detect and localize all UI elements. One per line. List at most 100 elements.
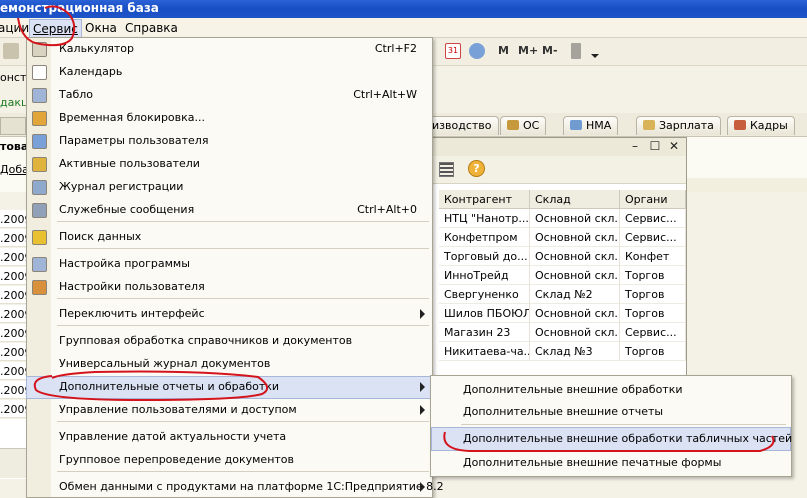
menu-item-label: Журнал регистрации xyxy=(59,180,184,193)
submenu-arrow-icon xyxy=(420,382,425,392)
menu-operations[interactable]: ации xyxy=(0,21,29,35)
journal-cell[interactable]: Торгов xyxy=(620,285,686,304)
submenu-item-label: Дополнительные внешние обработки xyxy=(463,383,683,396)
menu-item[interactable]: Настройка программы xyxy=(27,254,432,275)
menu-windows[interactable]: Окна xyxy=(85,21,117,35)
menu-item[interactable]: Управление датой актуальности учета xyxy=(27,427,432,448)
menu-item[interactable]: Групповое перепроведение документов xyxy=(27,450,432,471)
journal-cell[interactable]: Торгов xyxy=(620,304,686,323)
help-icon[interactable]: ? xyxy=(468,160,485,177)
journal-cell[interactable]: Основной скл... xyxy=(530,266,620,285)
tools-icon[interactable] xyxy=(571,43,581,59)
menu-item[interactable]: Активные пользователи xyxy=(27,154,432,175)
journal-cell[interactable]: Основной скл... xyxy=(530,228,620,247)
date-cell: .2009 xyxy=(0,267,26,285)
tab-production[interactable]: изводство xyxy=(425,116,499,135)
additional-reports-submenu: Дополнительные внешние обработки Дополнит… xyxy=(430,375,792,477)
journal-cell[interactable]: Торговый до... xyxy=(439,247,530,266)
col-header-warehouse[interactable]: Склад xyxy=(530,190,620,209)
menu-separator xyxy=(461,424,786,425)
submenu-item-label: Дополнительные внешние печатные формы xyxy=(463,456,722,469)
close-icon[interactable]: ✕ xyxy=(667,139,681,153)
service-menu: Калькулятор Ctrl+F2 Календарь Табло Ctrl+Alt… xyxy=(26,37,444,498)
tab-bank-partial[interactable] xyxy=(0,117,26,135)
menu-item-shortcut: Ctrl+Alt+0 xyxy=(357,203,417,216)
journal-cell[interactable]: Основной скл... xyxy=(530,323,620,342)
journal-cell[interactable]: Сервис... xyxy=(620,323,686,342)
tab-salary[interactable]: Зарплата xyxy=(636,116,721,135)
program-settings-icon xyxy=(32,257,47,272)
journal-cell[interactable]: Сервис... xyxy=(620,228,686,247)
menu-service[interactable]: Сервис xyxy=(29,19,82,39)
col-header-counterparty[interactable]: Контрагент xyxy=(439,190,530,209)
menu-item[interactable]: Журнал регистрации xyxy=(27,177,432,198)
submenu-item[interactable]: Дополнительные внешние отчеты xyxy=(432,401,790,423)
journal-cell[interactable]: НТЦ "Нанотр... xyxy=(439,209,530,228)
menu-item[interactable]: Настройки пользователя xyxy=(27,277,432,298)
user-icon xyxy=(32,280,47,295)
minimize-icon[interactable]: – xyxy=(628,139,642,153)
date-cell: .2009 xyxy=(0,324,26,342)
menu-item-label: Групповое перепроведение документов xyxy=(59,453,295,466)
journal-cell[interactable]: Магазин 23 xyxy=(439,323,530,342)
calendar-icon[interactable]: 31 xyxy=(445,43,461,59)
journal-cell[interactable]: Свергуненко xyxy=(439,285,530,304)
journal-cell[interactable]: Торгов xyxy=(620,342,686,361)
menu-item[interactable]: Дополнительные отчеты и обработки xyxy=(26,376,433,399)
journal-cell[interactable]: Склад №2 xyxy=(530,285,620,304)
menu-separator xyxy=(57,248,429,249)
menu-item[interactable]: Служебные сообщения Ctrl+Alt+0 xyxy=(27,200,432,221)
journal-cell[interactable]: Конфет xyxy=(620,247,686,266)
journal-cell[interactable]: Основной скл... xyxy=(530,247,620,266)
submenu-arrow-icon xyxy=(420,482,425,492)
tab-staff[interactable]: Кадры xyxy=(727,116,795,135)
submenu-arrow-icon xyxy=(420,309,425,319)
tab-intangibles[interactable]: НМА xyxy=(563,116,619,135)
menu-item[interactable]: Временная блокировка... xyxy=(27,108,432,129)
submenu-item[interactable]: Дополнительные внешние обработки xyxy=(432,379,790,401)
toolbar-left-icon[interactable] xyxy=(3,43,19,59)
col-header-organization[interactable]: Органи xyxy=(620,190,686,209)
menu-item[interactable]: Табло Ctrl+Alt+W xyxy=(27,85,432,106)
menu-help[interactable]: Справка xyxy=(125,21,178,35)
journal-cell[interactable]: ИнноТрейд xyxy=(439,266,530,285)
memory-button[interactable]: M xyxy=(498,44,509,57)
left-footer xyxy=(0,448,26,478)
menu-item[interactable]: Переключить интерфейс xyxy=(27,304,432,325)
menu-item-label: Поиск данных xyxy=(59,230,142,243)
search-data-icon xyxy=(32,230,47,245)
users-icon[interactable] xyxy=(469,43,485,59)
menu-item[interactable]: Обмен данными с продуктами на платформе … xyxy=(27,477,444,498)
menu-item[interactable]: Поиск данных xyxy=(27,227,432,248)
menu-item[interactable]: Календарь xyxy=(27,62,432,83)
menu-item[interactable]: Управление пользователями и доступом xyxy=(27,400,432,421)
event-log-icon xyxy=(32,180,47,195)
memory-plus-button[interactable]: M+ xyxy=(518,44,538,57)
maximize-icon[interactable]: ☐ xyxy=(648,139,662,153)
menu-item[interactable]: Параметры пользователя xyxy=(27,131,432,152)
journal-cell[interactable]: Шилов ПБОЮЛ xyxy=(439,304,530,323)
menu-item[interactable]: Универсальный журнал документов xyxy=(27,354,432,375)
journal-cell[interactable]: Конфетпром xyxy=(439,228,530,247)
list-icon[interactable] xyxy=(439,162,454,177)
journal-cell[interactable]: Основной скл... xyxy=(530,209,620,228)
journal-cell[interactable]: Сервис... xyxy=(620,209,686,228)
journal-cell[interactable]: Склад №3 xyxy=(530,342,620,361)
add-link[interactable]: Доба xyxy=(0,163,29,176)
submenu-item-label: Дополнительные внешние отчеты xyxy=(463,405,664,418)
menu-item-label: Временная блокировка... xyxy=(59,111,206,124)
menu-separator xyxy=(57,325,429,326)
memory-minus-button[interactable]: M- xyxy=(542,44,558,57)
submenu-item[interactable]: Дополнительные внешние печатные формы xyxy=(432,452,790,474)
journal-cell[interactable]: Торгов xyxy=(620,266,686,285)
journal-cell[interactable]: Основной скл... xyxy=(530,304,620,323)
menu-item[interactable]: Калькулятор Ctrl+F2 xyxy=(27,39,432,60)
journal-cell[interactable]: Никитаева-ча... xyxy=(439,342,530,361)
submenu-item[interactable]: Дополнительные внешние обработки табличн… xyxy=(431,427,792,451)
menu-item-label: Табло xyxy=(59,88,94,101)
tab-fixed-assets[interactable]: ОС xyxy=(500,116,547,135)
date-cell: .2009 xyxy=(0,381,26,399)
menu-item[interactable]: Групповая обработка справочников и докум… xyxy=(27,331,432,352)
chevron-down-icon[interactable] xyxy=(591,54,599,58)
staff-icon xyxy=(734,120,746,130)
